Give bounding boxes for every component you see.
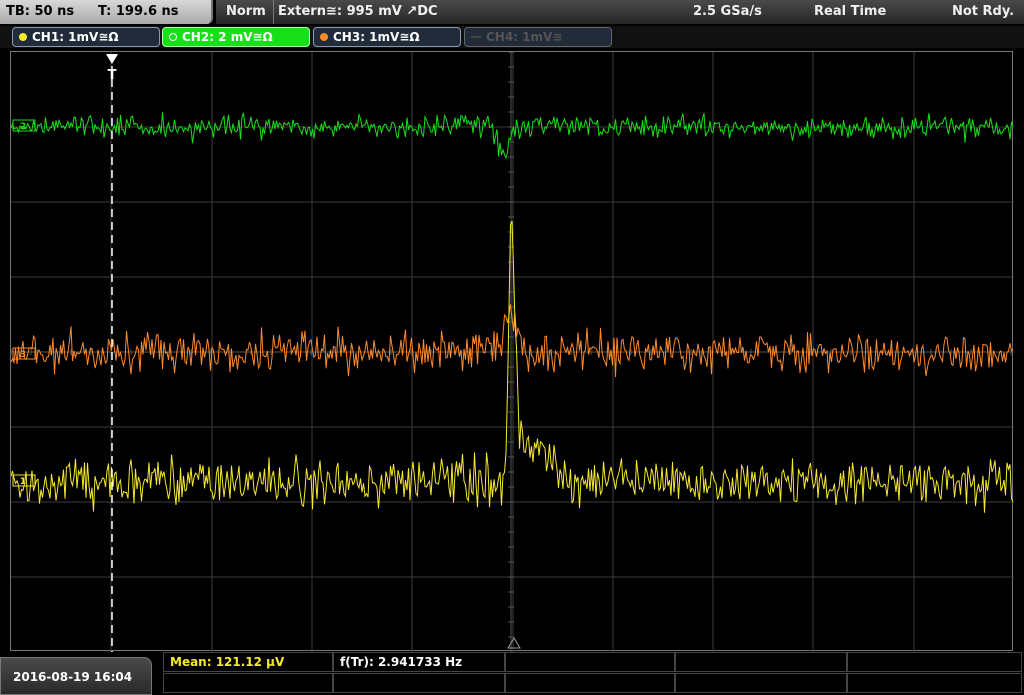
channel-1-label: CH1: 1mV≅Ω bbox=[32, 30, 119, 44]
mean-measurement[interactable]: Mean: 121.12 µV bbox=[163, 652, 333, 672]
measurement-slot-7[interactable] bbox=[333, 673, 505, 693]
channel-1-ground-label: 1 bbox=[20, 477, 26, 487]
channel-2-ground-label: 2 bbox=[20, 122, 26, 132]
divider bbox=[273, 0, 274, 24]
trigger-arrow-icon[interactable] bbox=[106, 54, 118, 64]
center-marker-icon bbox=[507, 637, 521, 649]
trigger-marker-label: T bbox=[108, 68, 117, 83]
channel-3-label: CH3: 1mV≅Ω bbox=[333, 30, 420, 44]
status-bar: TB: 50 ns T: 199.6 ns Norm Extern≅: 995 … bbox=[0, 0, 1024, 24]
channel-2-button[interactable]: CH2: 2 mV≅Ω bbox=[162, 27, 310, 47]
measurement-bar: Mean: 121.12 µV f(Tr): 2.941733 Hz bbox=[163, 652, 1024, 695]
channel-1-button[interactable]: CH1: 1mV≅Ω bbox=[12, 27, 160, 47]
datetime: 2016-08-19 16:04 bbox=[13, 670, 133, 684]
channel-3-button[interactable]: CH3: 1mV≅Ω bbox=[313, 27, 461, 47]
channel-bar: CH1: 1mV≅Ω CH2: 2 mV≅Ω CH3: 1mV≅Ω CH4: 1… bbox=[0, 26, 1024, 48]
timebase-box[interactable]: TB: 50 ns T: 199.6 ns bbox=[0, 0, 213, 24]
measurement-slot-6[interactable] bbox=[163, 673, 333, 693]
trigger-time-readout: T: 199.6 ns bbox=[98, 4, 179, 19]
channel-3-trace bbox=[11, 304, 1014, 378]
timebase-readout: TB: 50 ns bbox=[6, 4, 75, 19]
channel-3-dot-icon bbox=[320, 32, 328, 41]
channel-4-dash-icon bbox=[471, 35, 481, 38]
channel-2-dot-icon bbox=[169, 32, 177, 41]
run-state: Not Rdy. bbox=[952, 4, 1015, 19]
measurement-slot-8[interactable] bbox=[505, 673, 675, 693]
waveform-canvas: T 2 3 1 bbox=[11, 52, 1014, 652]
channel-2-trace bbox=[11, 112, 1014, 160]
channel-4-button[interactable]: CH4: 1mV≅ bbox=[464, 27, 612, 47]
measurement-slot-4[interactable] bbox=[675, 652, 847, 672]
trigger-mode[interactable]: Norm bbox=[226, 0, 266, 24]
channel-4-label: CH4: 1mV≅ bbox=[486, 30, 563, 44]
channel-1-dot-icon bbox=[19, 32, 27, 41]
acquisition-mode: Real Time bbox=[814, 4, 887, 19]
measurement-slot-9[interactable] bbox=[675, 673, 847, 693]
waveform-display[interactable]: T 2 3 1 bbox=[10, 51, 1014, 652]
acquisition-bar: Norm Extern≅: 995 mV ↗DC 2.5 GSa/s Real … bbox=[216, 0, 1024, 24]
sample-rate: 2.5 GSa/s bbox=[693, 4, 762, 19]
trigger-source[interactable]: Extern≅: 995 mV ↗DC bbox=[278, 0, 438, 24]
measurement-slot-3[interactable] bbox=[505, 652, 675, 672]
measurement-slot-10[interactable] bbox=[847, 673, 1022, 693]
channel-2-label: CH2: 2 mV≅Ω bbox=[182, 30, 273, 44]
frequency-measurement[interactable]: f(Tr): 2.941733 Hz bbox=[333, 652, 505, 672]
datetime-box: 2016-08-19 16:04 bbox=[0, 657, 152, 695]
channel-3-ground-label: 3 bbox=[20, 350, 26, 360]
measurement-slot-5[interactable] bbox=[847, 652, 1022, 672]
